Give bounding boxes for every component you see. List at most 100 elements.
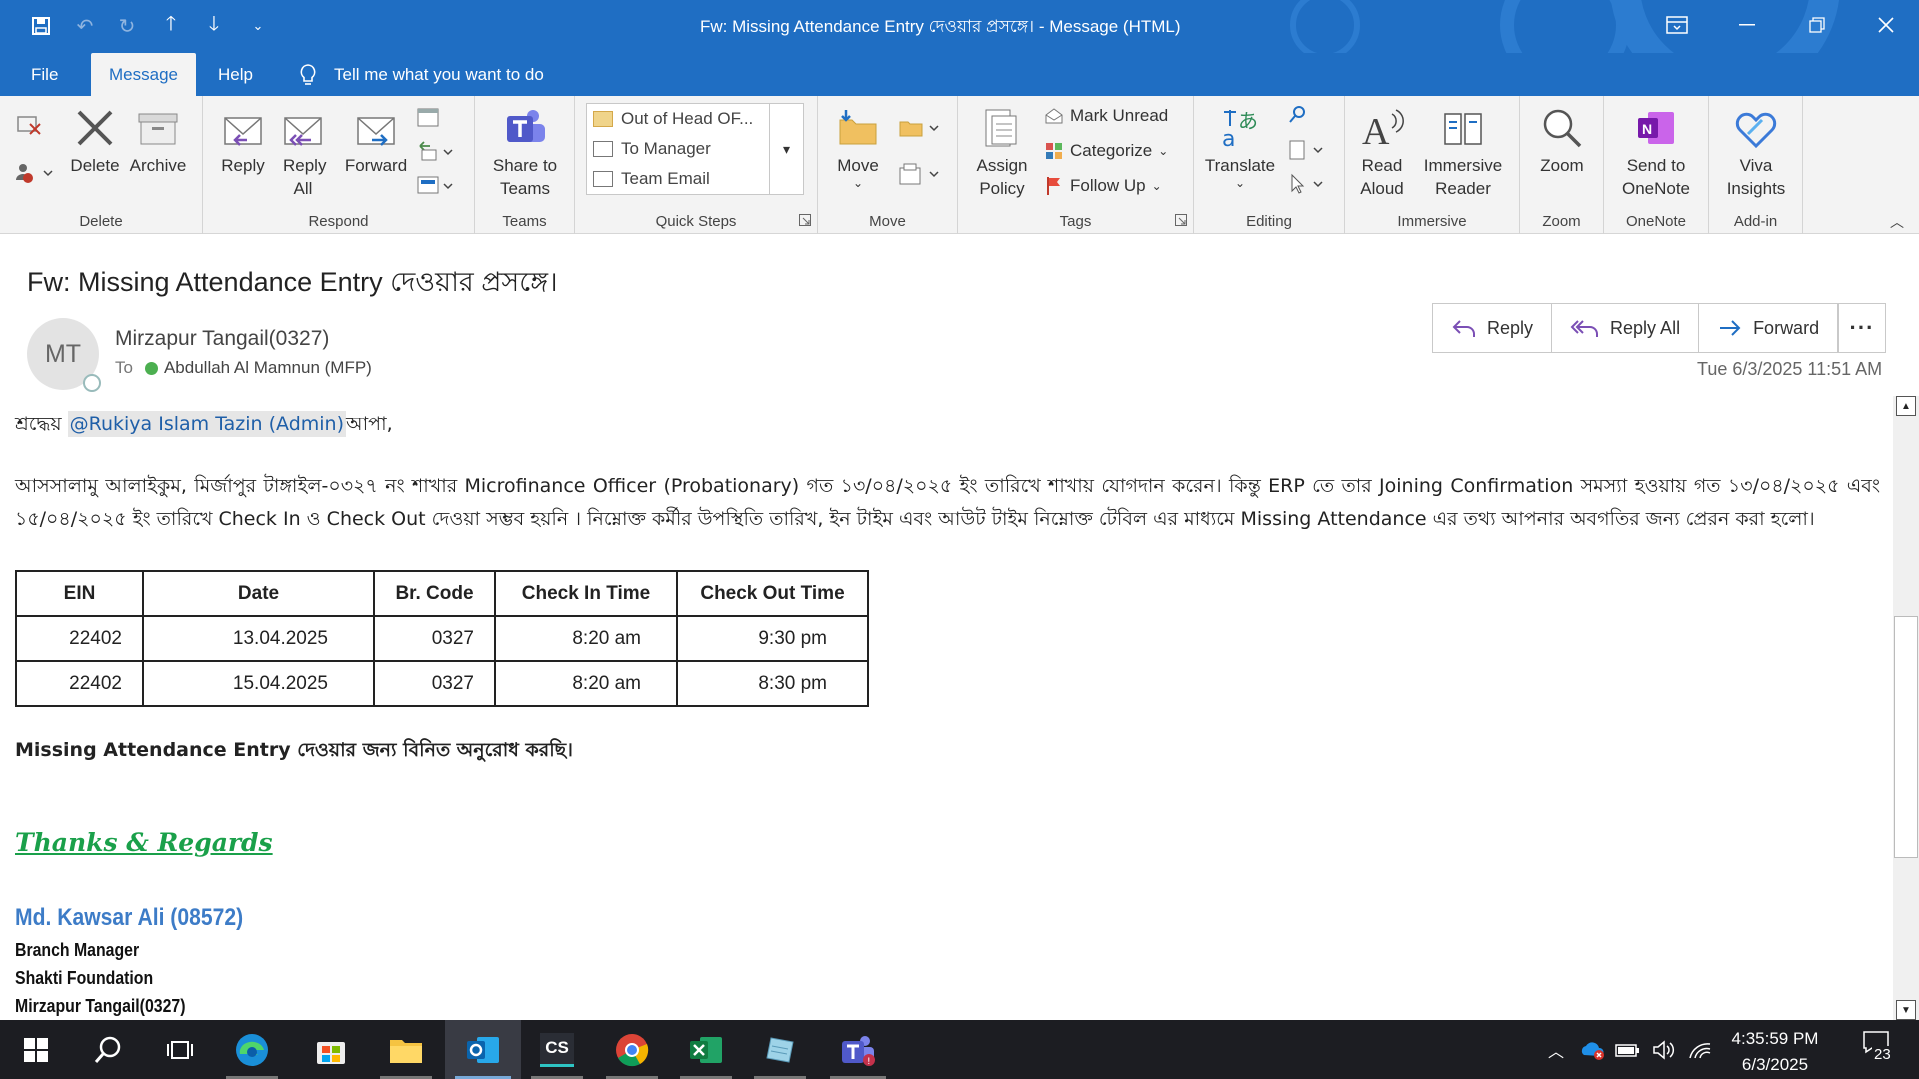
dialog-launcher-icon[interactable]	[1175, 214, 1187, 226]
im-reply-icon[interactable]	[415, 174, 455, 202]
zoom-button[interactable]: Zoom	[1530, 106, 1594, 177]
notepad-icon[interactable]	[744, 1020, 816, 1079]
notification-center-button[interactable]: 23	[1858, 1028, 1898, 1072]
show-hidden-icons-icon[interactable]: ︿	[1538, 1038, 1574, 1062]
collapse-ribbon-icon[interactable]: ︿	[1890, 212, 1904, 232]
immersive-reader-button[interactable]: Immersive Reader	[1413, 106, 1513, 200]
down-arrow-icon[interactable]: 🡓	[199, 12, 229, 40]
actions-icon[interactable]	[898, 162, 942, 192]
rules-icon[interactable]	[898, 116, 942, 146]
up-arrow-icon[interactable]: 🡑	[156, 12, 186, 40]
customize-toolbar-icon[interactable]: ⌄	[243, 12, 273, 40]
send-to-onenote-label: Send to OneNote	[1621, 156, 1691, 198]
task-view-icon[interactable]	[144, 1020, 216, 1079]
forward-button[interactable]: Forward	[341, 106, 411, 177]
meeting-reply-icon[interactable]	[415, 106, 441, 134]
outlook-icon[interactable]	[445, 1020, 521, 1079]
recipient-name[interactable]: Abdullah Al Mamnun (MFP)	[164, 358, 372, 378]
group-respond: Reply Reply All Forward Respond	[203, 96, 475, 234]
minimize-button[interactable]	[1727, 8, 1767, 42]
system-clock[interactable]: 4:35:59 PM 6/3/2025	[1725, 1026, 1825, 1078]
vertical-scrollbar[interactable]: ▲ ▼	[1893, 396, 1919, 1020]
volume-icon[interactable]	[1646, 1039, 1682, 1060]
clock-time: 4:35:59 PM	[1731, 1029, 1819, 1048]
store-icon[interactable]	[295, 1020, 367, 1079]
ribbon-display-icon[interactable]	[1657, 8, 1697, 42]
zoom-icon	[1543, 109, 1582, 148]
search-icon[interactable]	[72, 1020, 144, 1079]
forward-action-label: Forward	[1753, 317, 1820, 338]
viva-insights-button[interactable]: Viva Insights	[1719, 106, 1793, 200]
assign-policy-button[interactable]: Assign Policy	[970, 106, 1034, 200]
forward-icon	[357, 117, 395, 146]
translate-icon: aあ	[1222, 109, 1258, 150]
reply-all-action-button[interactable]: Reply All	[1552, 304, 1700, 352]
edge-icon[interactable]	[216, 1020, 288, 1079]
onedrive-icon[interactable]	[1574, 1039, 1610, 1061]
follow-up-button[interactable]: Follow Up ⌄	[1044, 176, 1162, 196]
more-actions-button[interactable]: ···	[1838, 303, 1886, 353]
tell-me-search[interactable]: Tell me what you want to do	[298, 53, 544, 96]
close-button[interactable]	[1866, 8, 1906, 42]
tab-file[interactable]: File	[13, 53, 76, 96]
decorative-circle	[1290, 0, 1360, 53]
undo-icon[interactable]: ↶	[70, 12, 100, 40]
file-explorer-icon[interactable]	[370, 1020, 442, 1079]
mark-unread-button[interactable]: Mark Unread	[1044, 106, 1168, 126]
save-icon[interactable]	[26, 12, 56, 40]
archive-label: Archive	[129, 156, 187, 175]
reply-action-label: Reply	[1487, 317, 1534, 338]
ignore-icon[interactable]	[14, 114, 44, 142]
online-status-icon	[144, 361, 158, 375]
quick-step-label: Out of Head OF...	[621, 109, 754, 128]
scroll-down-icon[interactable]: ▼	[1896, 1000, 1916, 1020]
scroll-up-icon[interactable]: ▲	[1896, 396, 1916, 416]
restore-button[interactable]	[1797, 8, 1837, 42]
cs-app-icon[interactable]: CS	[521, 1020, 593, 1079]
sender-name[interactable]: Mirzapur Tangail(0327)	[115, 327, 329, 351]
battery-icon[interactable]	[1610, 1042, 1646, 1058]
reply-label: Reply	[221, 156, 265, 175]
wifi-icon[interactable]	[1682, 1040, 1718, 1060]
more-respond-icon[interactable]	[415, 140, 455, 168]
reply-button[interactable]: Reply	[213, 106, 273, 177]
redo-icon[interactable]: ↻	[112, 12, 142, 40]
group-delete: Delete Archive Delete	[0, 96, 203, 234]
reply-all-button[interactable]: Reply All	[273, 106, 333, 200]
categorize-button[interactable]: Categorize ⌄	[1044, 141, 1168, 161]
excel-icon[interactable]	[670, 1020, 742, 1079]
translate-button[interactable]: aあ Translate ⌄	[1202, 106, 1278, 189]
find-icon[interactable]	[1286, 104, 1310, 132]
replace-icon[interactable]	[1286, 138, 1330, 168]
flag-icon	[1044, 176, 1064, 196]
notification-count: 23	[1872, 1046, 1893, 1063]
avatar: MT	[27, 318, 101, 392]
tab-message[interactable]: Message	[91, 53, 196, 96]
forward-action-button[interactable]: Forward	[1699, 304, 1837, 352]
teams-taskbar-icon[interactable]: !	[820, 1020, 896, 1079]
share-to-teams-button[interactable]: Share to Teams	[483, 106, 567, 200]
table-cell: 0327	[373, 660, 496, 707]
start-icon[interactable]	[0, 1020, 72, 1079]
zoom-label: Zoom	[1540, 156, 1584, 175]
send-to-onenote-button[interactable]: N Send to OneNote	[1610, 106, 1702, 200]
archive-button[interactable]: Archive	[127, 106, 189, 177]
reply-action-button[interactable]: Reply	[1433, 304, 1553, 352]
mention-link[interactable]: @Rukiya Islam Tazin (Admin)	[67, 411, 347, 437]
scroll-thumb[interactable]	[1894, 616, 1918, 858]
tab-help[interactable]: Help	[200, 53, 271, 96]
table-cell: 15.04.2025	[142, 660, 375, 707]
message-subject: Fw: Missing Attendance Entry দেওয়ার প্র…	[27, 267, 558, 297]
quick-steps-expand[interactable]: ▾	[769, 104, 803, 194]
signature-title: Branch Manager	[15, 940, 140, 960]
move-button[interactable]: Move ⌄	[830, 106, 886, 189]
delete-button[interactable]: Delete	[66, 106, 124, 177]
junk-icon[interactable]	[12, 162, 56, 190]
dialog-launcher-icon[interactable]	[799, 214, 811, 226]
chrome-icon[interactable]	[596, 1020, 668, 1079]
reply-all-icon	[284, 117, 322, 146]
select-icon[interactable]	[1286, 172, 1330, 202]
read-aloud-button[interactable]: A Read Aloud	[1355, 106, 1409, 200]
group-add-in: Viva Insights Add-in	[1709, 96, 1803, 234]
viva-insights-icon	[1735, 112, 1777, 149]
